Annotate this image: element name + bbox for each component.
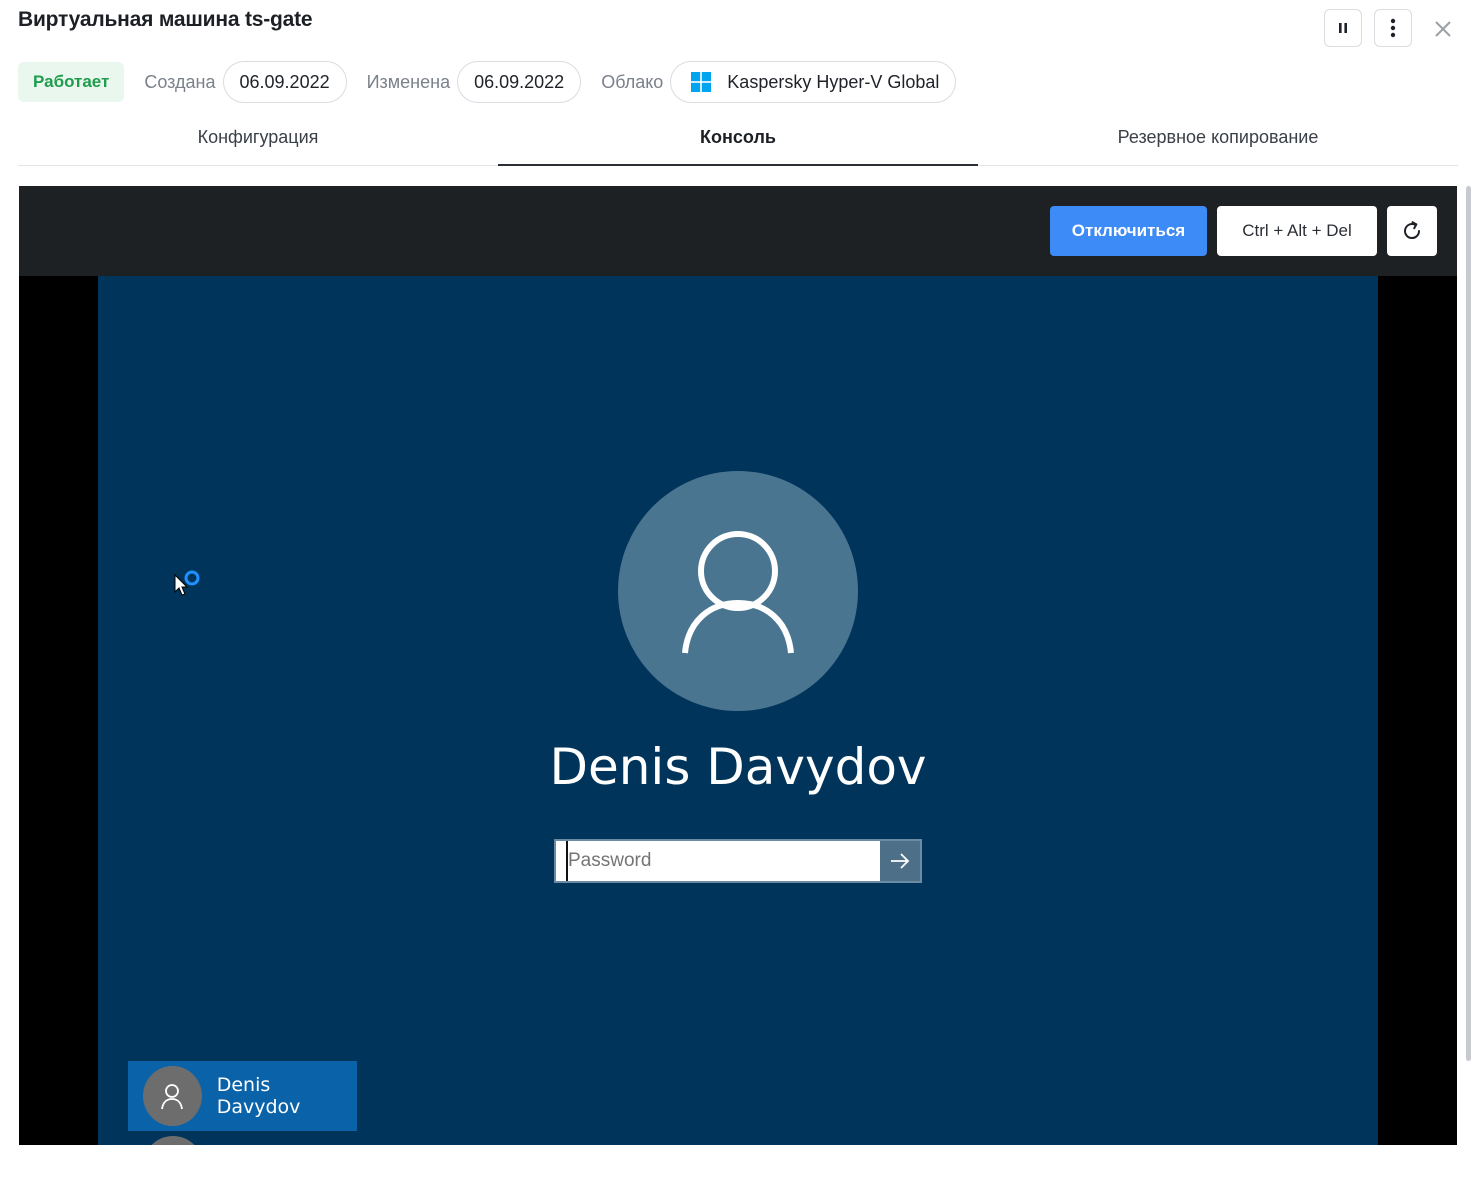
arrow-right-icon <box>891 853 910 869</box>
more-vertical-icon <box>1390 18 1396 38</box>
tab-backup[interactable]: Резервное копирование <box>978 114 1458 165</box>
login-user-name: Denis Davydov <box>549 738 927 796</box>
user-switch-tile[interactable]: Denis Davydov <box>128 1061 357 1131</box>
vertical-scrollbar[interactable] <box>1466 186 1471 1061</box>
password-box <box>554 839 922 883</box>
cloud-label: Облако <box>601 71 664 92</box>
mouse-cursor-busy-icon <box>174 570 208 609</box>
password-input[interactable] <box>566 841 880 881</box>
vm-details-panel: Виртуальная машина ts-gate Работает Созд… <box>0 0 1474 1198</box>
windows-icon <box>691 72 712 92</box>
disconnect-button[interactable]: Отключиться <box>1050 206 1207 256</box>
more-options-button[interactable] <box>1374 9 1412 47</box>
page-title: Виртуальная машина ts-gate <box>18 8 313 31</box>
refresh-icon <box>1404 221 1421 240</box>
cloud-pill[interactable]: Kaspersky Hyper-V Global <box>670 61 957 103</box>
refresh-button[interactable] <box>1387 206 1437 256</box>
user-tile-avatar <box>143 1066 202 1126</box>
other-user-avatar[interactable] <box>143 1136 203 1145</box>
vm-console[interactable]: Отключиться Ctrl + Alt + Del Denis Davyd… <box>19 186 1457 1145</box>
tab-configuration[interactable]: Конфигурация <box>18 114 498 165</box>
user-avatar <box>618 471 858 711</box>
console-toolbar: Отключиться Ctrl + Alt + Del <box>19 186 1457 276</box>
created-date: 06.09.2022 <box>222 61 347 103</box>
vm-meta-row: Работает Создана 06.09.2022 Изменена 06.… <box>18 60 957 104</box>
user-icon <box>682 531 794 654</box>
modified-date: 06.09.2022 <box>457 61 582 103</box>
pause-icon <box>1339 23 1347 33</box>
windows-login-screen[interactable]: Denis Davydov Denis Davydov <box>98 276 1378 1145</box>
pause-button[interactable] <box>1324 9 1362 47</box>
close-icon <box>1435 21 1451 37</box>
tab-bar: Конфигурация Консоль Резервное копирован… <box>18 114 1458 166</box>
user-icon <box>161 1084 184 1110</box>
cloud-name: Kaspersky Hyper-V Global <box>727 71 940 92</box>
modified-label: Изменена <box>366 71 451 92</box>
close-button[interactable] <box>1430 16 1456 42</box>
user-tile-name: Denis Davydov <box>216 1074 301 1118</box>
submit-password-button[interactable] <box>880 841 920 881</box>
created-label: Создана <box>144 71 216 92</box>
status-badge: Работает <box>18 62 125 102</box>
tab-console[interactable]: Консоль <box>498 114 978 166</box>
ctrl-alt-del-button[interactable]: Ctrl + Alt + Del <box>1217 206 1377 256</box>
